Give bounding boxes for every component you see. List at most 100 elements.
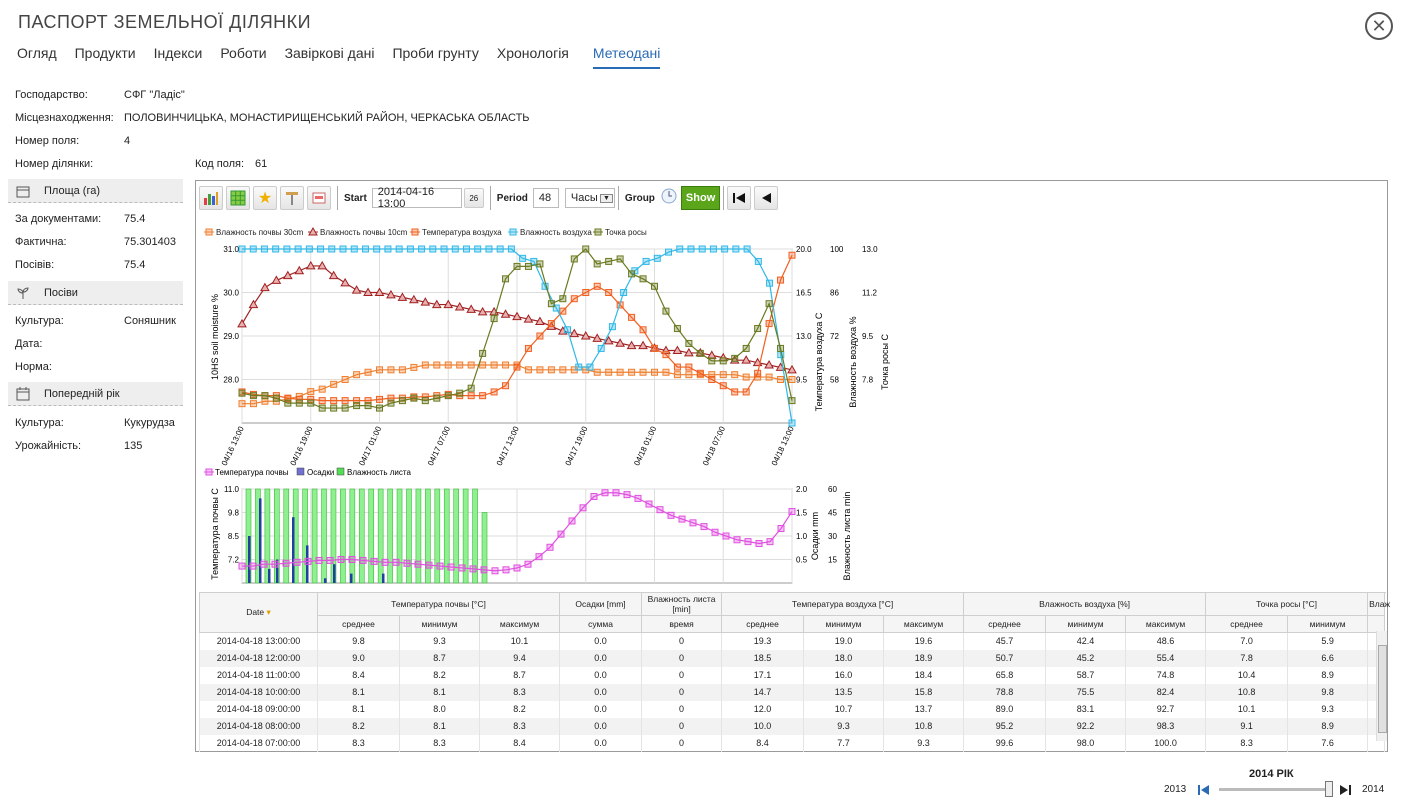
group-header: Влажность воздуха [%] bbox=[963, 592, 1207, 616]
export-button[interactable] bbox=[307, 186, 331, 210]
date-header[interactable]: Date ▾ bbox=[199, 592, 318, 633]
data-point bbox=[634, 494, 642, 502]
data-point bbox=[597, 344, 605, 352]
close-button[interactable]: ✕ bbox=[1365, 12, 1393, 40]
x-tick-label: 04/17 13:00 bbox=[495, 425, 521, 468]
data-point bbox=[546, 543, 554, 551]
table-cell: 8.1 bbox=[399, 683, 480, 701]
data-point bbox=[696, 369, 704, 377]
legend-label: Влажность почвы 30cm bbox=[216, 228, 304, 237]
table-cell: 9.0 bbox=[317, 649, 400, 667]
legend-marker bbox=[205, 228, 213, 236]
table-cell: 0 bbox=[641, 649, 723, 667]
table-row[interactable]: 2014-04-18 07:00:00 8.3 8.3 8.4 0.0 0 8.4 7.7 9.… bbox=[199, 734, 1386, 752]
data-point bbox=[479, 361, 487, 369]
table-cell: 2014-04-18 11:00:00 bbox=[199, 666, 318, 684]
data-point bbox=[719, 371, 727, 379]
table-row[interactable]: 2014-04-18 12:00:00 9.0 8.7 9.4 0.0 0 18.5 18.0… bbox=[199, 649, 1386, 667]
legend-label: Осадки bbox=[307, 468, 334, 477]
data-point bbox=[667, 511, 675, 519]
table-scrollbar[interactable] bbox=[1376, 631, 1387, 741]
data-point bbox=[651, 344, 658, 352]
tab-2[interactable]: Індекси bbox=[154, 45, 203, 69]
data-point bbox=[559, 366, 567, 374]
table-cell: 0 bbox=[641, 683, 723, 701]
year-to: 2014 bbox=[1362, 784, 1385, 795]
table-cell: 18.4 bbox=[883, 666, 965, 684]
prev-yield-value: 135 bbox=[124, 440, 143, 452]
data-point bbox=[350, 245, 358, 253]
data-point bbox=[590, 493, 598, 501]
y2-tick-label: 2.0 bbox=[796, 485, 808, 494]
toolbar-divider bbox=[489, 186, 491, 210]
data-point bbox=[524, 366, 532, 374]
table-cell: 13.7 bbox=[883, 700, 965, 718]
tab-7[interactable]: Метеодані bbox=[592, 45, 661, 69]
data-point bbox=[639, 368, 647, 376]
table-row[interactable]: 2014-04-18 08:00:00 8.2 8.1 8.3 0.0 0 10.0 9.3 1… bbox=[199, 717, 1386, 735]
data-point bbox=[261, 392, 269, 400]
data-point bbox=[341, 397, 349, 405]
data-point bbox=[788, 376, 796, 383]
data-point bbox=[474, 245, 482, 253]
show-button[interactable]: Show bbox=[680, 186, 721, 210]
data-point bbox=[777, 376, 785, 383]
data-point bbox=[616, 255, 624, 263]
calendar-button[interactable]: 26 bbox=[463, 188, 484, 208]
sub-header: среднее bbox=[1205, 615, 1289, 633]
tools-button[interactable] bbox=[280, 186, 304, 210]
data-point bbox=[421, 361, 429, 369]
tab-0[interactable]: Огляд bbox=[17, 45, 57, 69]
table-cell: 89.0 bbox=[963, 700, 1047, 718]
start-input[interactable]: 2014-04-16 13:00 bbox=[371, 186, 462, 210]
table-row[interactable]: 2014-04-18 09:00:00 8.1 8.0 8.2 0.0 0 12.0 10.7… bbox=[199, 700, 1386, 718]
unit-select[interactable]: Часы ▼ bbox=[564, 188, 615, 208]
data-point bbox=[283, 245, 291, 253]
table-cell: 55.4 bbox=[1125, 649, 1207, 667]
table-row[interactable]: 2014-04-18 11:00:00 8.4 8.2 8.7 0.0 0 17.1 16.0… bbox=[199, 666, 1386, 684]
data-point bbox=[628, 270, 636, 278]
year-slider-forward-button[interactable] bbox=[1338, 783, 1352, 801]
table-cell: 19.3 bbox=[721, 632, 805, 650]
table-cell: 8.7 bbox=[478, 666, 561, 684]
year-slider-track[interactable] bbox=[1219, 788, 1331, 791]
tab-4[interactable]: Завіркові дані bbox=[285, 45, 375, 69]
scrollbar-thumb[interactable] bbox=[1378, 645, 1387, 733]
data-point bbox=[570, 295, 578, 303]
data-point bbox=[337, 556, 345, 563]
data-point bbox=[361, 245, 369, 253]
year-slider-handle[interactable] bbox=[1325, 781, 1333, 797]
legend-label: Точка росы bbox=[605, 228, 647, 237]
tools-icon bbox=[286, 192, 298, 205]
table-cell: 19.6 bbox=[883, 632, 965, 650]
table-row[interactable]: 2014-04-18 13:00:00 9.8 9.3 10.1 0.0 0 19.3 19.… bbox=[199, 632, 1386, 650]
data-point bbox=[395, 245, 403, 253]
year-slider-back-button[interactable] bbox=[1197, 783, 1211, 801]
table-cell: 74.8 bbox=[1125, 666, 1207, 684]
data-point bbox=[364, 368, 372, 376]
table-cell: 8.3 bbox=[1205, 734, 1289, 752]
group-header: Влаж bbox=[1367, 592, 1390, 616]
table-cell: 7.7 bbox=[803, 734, 885, 752]
table-cell: 8.0 bbox=[399, 700, 480, 718]
prev-button[interactable] bbox=[754, 186, 779, 210]
bar-chart-button[interactable] bbox=[199, 186, 223, 210]
tab-3[interactable]: Роботи bbox=[220, 45, 266, 69]
data-point bbox=[685, 363, 693, 371]
table-cell: 9.1 bbox=[1205, 717, 1289, 735]
tab-6[interactable]: Хронологія bbox=[497, 45, 569, 69]
field-code-label: Код поля: bbox=[195, 158, 245, 170]
data-point bbox=[398, 366, 406, 374]
grid-button[interactable] bbox=[226, 186, 250, 210]
tab-1[interactable]: Продукти bbox=[75, 45, 136, 69]
period-input[interactable]: 48 bbox=[532, 188, 559, 208]
clock-icon[interactable] bbox=[660, 187, 678, 210]
data-point bbox=[696, 349, 704, 357]
tab-5[interactable]: Проби грунту bbox=[392, 45, 478, 69]
sub-header: максимум bbox=[1125, 615, 1207, 633]
table-cell: 2014-04-18 13:00:00 bbox=[199, 632, 318, 650]
tab-bar: Огляд Продукти Індекси Роботи Завіркові дані… bbox=[17, 45, 678, 69]
first-button[interactable] bbox=[727, 186, 752, 210]
favorite-button[interactable]: ★ bbox=[253, 186, 277, 210]
table-row[interactable]: 2014-04-18 10:00:00 8.1 8.1 8.3 0.0 0 14.7 13.5… bbox=[199, 683, 1386, 701]
